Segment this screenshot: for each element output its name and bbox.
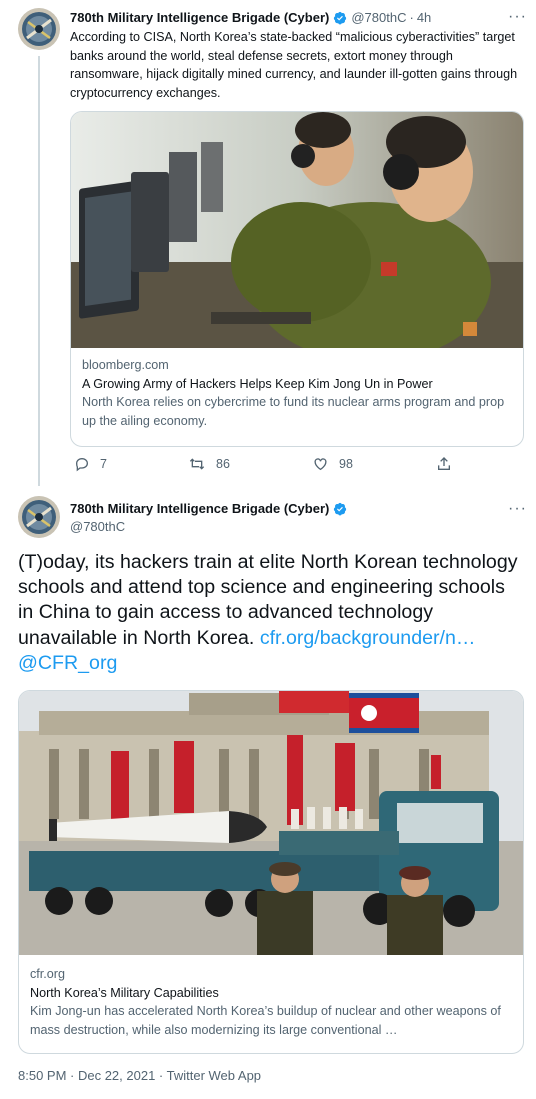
tweet-timestamp[interactable]: 8:50 PM · Dec 22, 2021 · Twitter Web App	[18, 1068, 261, 1083]
tweet-link[interactable]: cfr.org/backgrounder/n…	[260, 627, 476, 649]
tweet-text: According to CISA, North Korea’s state-b…	[70, 30, 518, 100]
more-icon[interactable]: ···	[508, 501, 527, 517]
tweet-actions: 7 86 98	[70, 456, 470, 476]
tweet-header: 780th Military Intelligence Brigade (Cyb…	[70, 501, 351, 516]
card-domain: bloomberg.com	[82, 358, 169, 372]
link-card[interactable]: cfr.org North Korea’s Military Capabilit…	[18, 690, 524, 1054]
card-title: A Growing Army of Hackers Helps Keep Kim…	[82, 376, 433, 391]
like-icon	[314, 458, 327, 471]
tweet-text: (T)oday, its hackers train at elite Nort…	[18, 550, 523, 676]
retweet-count: 86	[216, 457, 230, 471]
link-card[interactable]: bloomberg.com A Growing Army of Hackers …	[70, 111, 524, 447]
reply-count: 7	[100, 457, 107, 471]
author-name[interactable]: 780th Military Intelligence Brigade (Cyb…	[70, 501, 329, 516]
avatar[interactable]	[18, 8, 60, 50]
mention-link[interactable]: @CFR_org	[18, 652, 117, 674]
card-image	[71, 112, 523, 348]
tweet-header: 780th Military Intelligence Brigade (Cyb…	[70, 10, 431, 25]
separator: ·	[409, 10, 414, 25]
verified-badge-icon	[333, 502, 347, 516]
author-handle[interactable]: @780thC	[351, 10, 406, 25]
like-button[interactable]: 98	[312, 456, 353, 472]
card-description: North Korea relies on cybercrime to fund…	[82, 395, 505, 428]
card-meta: bloomberg.com A Growing Army of Hackers …	[71, 348, 523, 430]
author-handle[interactable]: @780thC	[70, 519, 125, 534]
retweet-button[interactable]: 86	[188, 456, 230, 472]
reply-button[interactable]: 7	[74, 456, 107, 472]
share-button[interactable]	[436, 456, 462, 472]
card-meta: cfr.org North Korea’s Military Capabilit…	[19, 955, 523, 1039]
time-ago[interactable]: 4h	[417, 10, 431, 25]
card-image	[19, 691, 523, 955]
avatar[interactable]	[18, 496, 60, 538]
share-icon	[438, 457, 450, 470]
more-icon[interactable]: ···	[508, 9, 527, 25]
retweet-icon	[189, 458, 205, 470]
verified-badge-icon	[333, 11, 347, 25]
author-name[interactable]: 780th Military Intelligence Brigade (Cyb…	[70, 10, 329, 25]
thread-line	[38, 56, 40, 486]
reply-icon	[75, 457, 89, 472]
card-title: North Korea’s Military Capabilities	[30, 985, 219, 1000]
like-count: 98	[339, 457, 353, 471]
card-domain: cfr.org	[30, 967, 65, 981]
card-description: Kim Jong-un has accelerated North Korea’…	[30, 1004, 501, 1037]
